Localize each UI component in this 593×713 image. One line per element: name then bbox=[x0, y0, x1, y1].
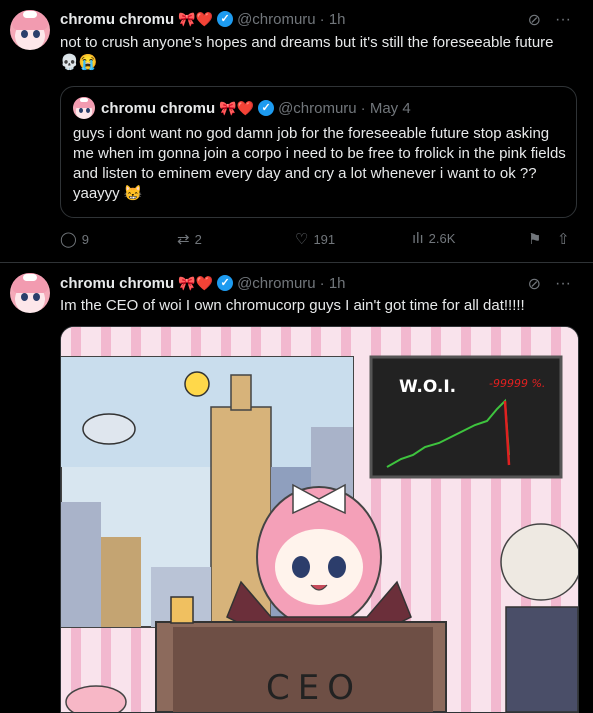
more-icon[interactable]: ··· bbox=[555, 275, 571, 293]
action-bar: ◯ 9 ⇄ 2 ♡ 191 ılı 2.6K ⚑ ⇧ bbox=[60, 230, 580, 252]
pig-plush bbox=[65, 685, 127, 712]
more-icon[interactable]: ··· bbox=[555, 11, 571, 29]
quote-avatar bbox=[73, 97, 95, 119]
name-emoji: 🎀❤️ bbox=[178, 274, 214, 291]
board-title: W.O.I. bbox=[399, 377, 456, 397]
reply-button[interactable]: ◯ 9 bbox=[60, 230, 89, 248]
character-face bbox=[275, 529, 363, 605]
quote-author-name: chromu chromu bbox=[101, 99, 216, 117]
quote-text: guys i dont want no god damn job for the… bbox=[73, 125, 566, 202]
verified-badge-icon: ✓ bbox=[217, 275, 234, 291]
share-button[interactable]: ⇧ bbox=[557, 230, 570, 248]
tweet-image[interactable]: W.O.I. -99999 %. CEO bbox=[60, 326, 579, 713]
quote-handle: @chromuru bbox=[278, 99, 357, 117]
old-man-suit bbox=[505, 606, 578, 712]
reply-icon: ◯ bbox=[60, 231, 77, 248]
like-icon: ♡ bbox=[295, 231, 309, 248]
tweet-emoji: 💀😭 bbox=[60, 54, 98, 71]
desk-label: CEO bbox=[266, 668, 362, 708]
old-man-head bbox=[500, 523, 578, 601]
author-handle[interactable]: @chromuru bbox=[237, 11, 316, 28]
bookmark-icon: ⚑ bbox=[528, 231, 542, 248]
board-value: -99999 %. bbox=[489, 377, 545, 390]
views-icon: ılı bbox=[412, 230, 424, 247]
tweet[interactable]: chromu chromu 🎀❤️ ✓ @chromuru · 1h ⊘ ···… bbox=[0, 0, 593, 262]
quote-timestamp: · May 4 bbox=[360, 99, 411, 117]
timestamp[interactable]: · 1h bbox=[320, 11, 346, 28]
like-button[interactable]: ♡ 191 bbox=[295, 230, 335, 248]
like-count: 191 bbox=[313, 231, 336, 247]
share-icon: ⇧ bbox=[557, 231, 570, 248]
blimp bbox=[82, 413, 136, 445]
verified-badge-icon: ✓ bbox=[217, 11, 234, 27]
avatar[interactable] bbox=[10, 273, 50, 313]
view-count: 2.6K bbox=[428, 231, 456, 246]
reply-count: 9 bbox=[81, 231, 90, 247]
whiskey-glass bbox=[170, 596, 194, 624]
grok-icon[interactable]: ⊘ bbox=[528, 274, 541, 294]
author-name[interactable]: chromu chromu bbox=[60, 11, 174, 28]
sun bbox=[184, 371, 210, 397]
quote-name-emoji: 🎀❤️ bbox=[219, 99, 255, 116]
ceo-illustration: W.O.I. -99999 %. CEO bbox=[61, 327, 578, 712]
quote-emoji: 😸 bbox=[123, 185, 143, 202]
author-handle[interactable]: @chromuru bbox=[237, 275, 316, 292]
timestamp[interactable]: · 1h bbox=[320, 275, 346, 292]
repost-icon: ⇄ bbox=[177, 231, 190, 248]
quoted-tweet[interactable]: chromu chromu 🎀❤️ ✓ @chromuru · May 4 gu… bbox=[60, 86, 577, 218]
verified-badge-icon: ✓ bbox=[258, 100, 275, 116]
tweet-text: Im the CEO of woi I own chromucorp guys … bbox=[60, 297, 525, 314]
views-button[interactable]: ılı 2.6K bbox=[412, 230, 455, 247]
avatar[interactable] bbox=[10, 10, 50, 50]
bookmark-button[interactable]: ⚑ bbox=[528, 230, 541, 248]
tweet-text: not to crush anyone's hopes and dreams b… bbox=[60, 34, 554, 51]
grok-icon[interactable]: ⊘ bbox=[528, 10, 541, 30]
repost-count: 2 bbox=[194, 231, 202, 247]
author-name[interactable]: chromu chromu bbox=[60, 275, 174, 292]
repost-button[interactable]: ⇄ 2 bbox=[177, 230, 202, 248]
name-emoji: 🎀❤️ bbox=[178, 10, 214, 27]
